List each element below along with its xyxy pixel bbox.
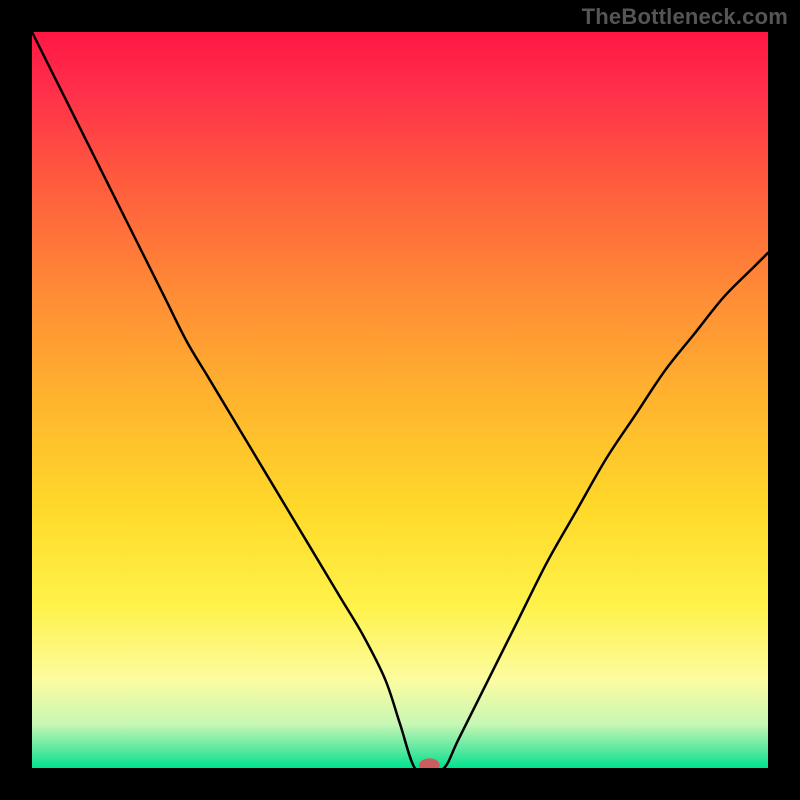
- chart-frame: TheBottleneck.com: [0, 0, 800, 800]
- plot-svg: [32, 32, 768, 768]
- watermark-text: TheBottleneck.com: [582, 4, 788, 30]
- plot-area: [32, 32, 768, 768]
- gradient-background: [32, 32, 768, 768]
